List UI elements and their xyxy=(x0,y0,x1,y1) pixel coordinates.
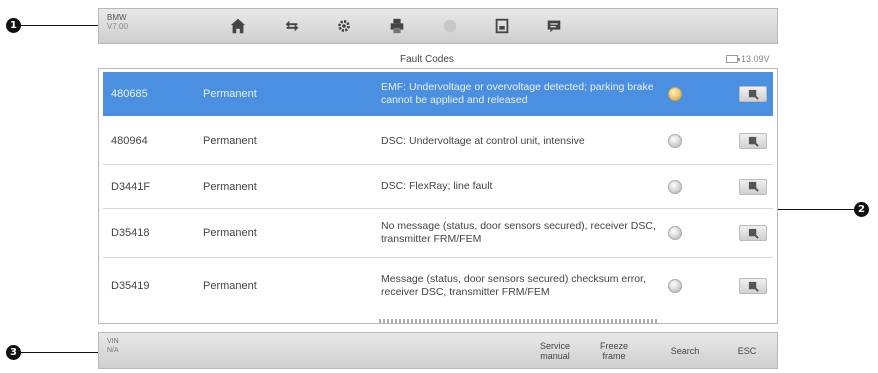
search-code-button[interactable] xyxy=(739,225,767,241)
home-icon[interactable] xyxy=(227,15,249,37)
vin-label: VIN xyxy=(107,338,119,345)
fault-description: DSC: Undervoltage at control unit, inten… xyxy=(381,134,585,147)
fault-status: Permanent xyxy=(203,88,257,100)
search-code-button[interactable] xyxy=(739,278,767,294)
fault-code: 480685 xyxy=(111,88,148,100)
fault-code: D35419 xyxy=(111,280,150,292)
page-title: Fault Codes xyxy=(400,54,454,65)
partial-next-row xyxy=(379,319,659,323)
callout-2-line xyxy=(778,209,854,210)
fault-code-row[interactable]: D3441F Permanent DSC: FlexRay; line faul… xyxy=(103,165,773,209)
callout-1: 1 xyxy=(6,18,21,33)
vin-info: VIN N/A xyxy=(107,337,119,355)
callout-1-line xyxy=(21,25,98,26)
status-indicator-icon xyxy=(668,87,682,101)
fault-description: Message (status, door sensors secured) c… xyxy=(381,273,646,298)
search-code-button[interactable] xyxy=(739,133,767,149)
esc-button[interactable]: ESC xyxy=(719,337,775,365)
battery-status: 13.09V xyxy=(726,54,770,64)
settings-icon[interactable] xyxy=(333,15,355,37)
callout-2: 2 xyxy=(854,202,869,217)
fault-description: EMF: Undervoltage or overvoltage detecte… xyxy=(381,81,654,106)
fault-status: Permanent xyxy=(203,180,257,193)
vehicle-swap-icon[interactable] xyxy=(281,15,303,37)
callout-3: 3 xyxy=(6,345,21,360)
fault-status: Permanent xyxy=(203,280,257,292)
vehicle-make: BMW xyxy=(107,13,127,22)
status-indicator-icon xyxy=(668,134,682,148)
fault-code: D35418 xyxy=(111,227,150,239)
top-toolbar: BMW V7.00 xyxy=(98,8,778,44)
battery-icon xyxy=(726,55,740,63)
fault-code-row[interactable]: 480964 Permanent DSC: Undervoltage at co… xyxy=(103,118,773,165)
vehicle-info: BMW V7.00 xyxy=(107,13,128,31)
battery-voltage: 13.09V xyxy=(741,54,770,64)
fault-code: D3441F xyxy=(111,180,151,193)
callout-3-line xyxy=(21,352,98,353)
fault-status: Permanent xyxy=(203,227,257,239)
fault-code-row[interactable]: D35419 Permanent Message (status, door s… xyxy=(103,258,773,314)
save-icon[interactable] xyxy=(491,15,513,37)
fault-description: DSC: FlexRay; line fault xyxy=(381,180,493,192)
status-indicator-icon xyxy=(668,179,682,194)
help-icon[interactable] xyxy=(439,15,461,37)
status-indicator-icon xyxy=(668,226,682,240)
freeze-frame-button[interactable]: Freeze frame xyxy=(593,337,635,365)
fault-status: Permanent xyxy=(203,135,257,147)
data-logging-icon[interactable] xyxy=(543,15,565,37)
fault-description: No message (status, door sensors secured… xyxy=(381,220,656,245)
search-code-button[interactable] xyxy=(739,86,767,102)
fault-code-row[interactable]: D35418 Permanent No message (status, doo… xyxy=(103,209,773,258)
vehicle-version: V7.00 xyxy=(107,22,128,31)
print-icon[interactable] xyxy=(386,15,408,37)
bottom-toolbar: VIN N/A Service manual Freeze frame Sear… xyxy=(98,332,778,369)
fault-code-list[interactable]: 480685 Permanent EMF: Undervoltage or ov… xyxy=(98,68,778,324)
search-button[interactable]: Search xyxy=(655,337,715,365)
fault-code: 480964 xyxy=(111,135,148,147)
service-manual-button[interactable]: Service manual xyxy=(531,337,579,365)
status-indicator-icon xyxy=(668,279,682,293)
fault-code-row[interactable]: 480685 Permanent EMF: Undervoltage or ov… xyxy=(103,72,773,116)
search-code-button[interactable] xyxy=(739,178,767,195)
vin-value: N/A xyxy=(107,347,119,354)
